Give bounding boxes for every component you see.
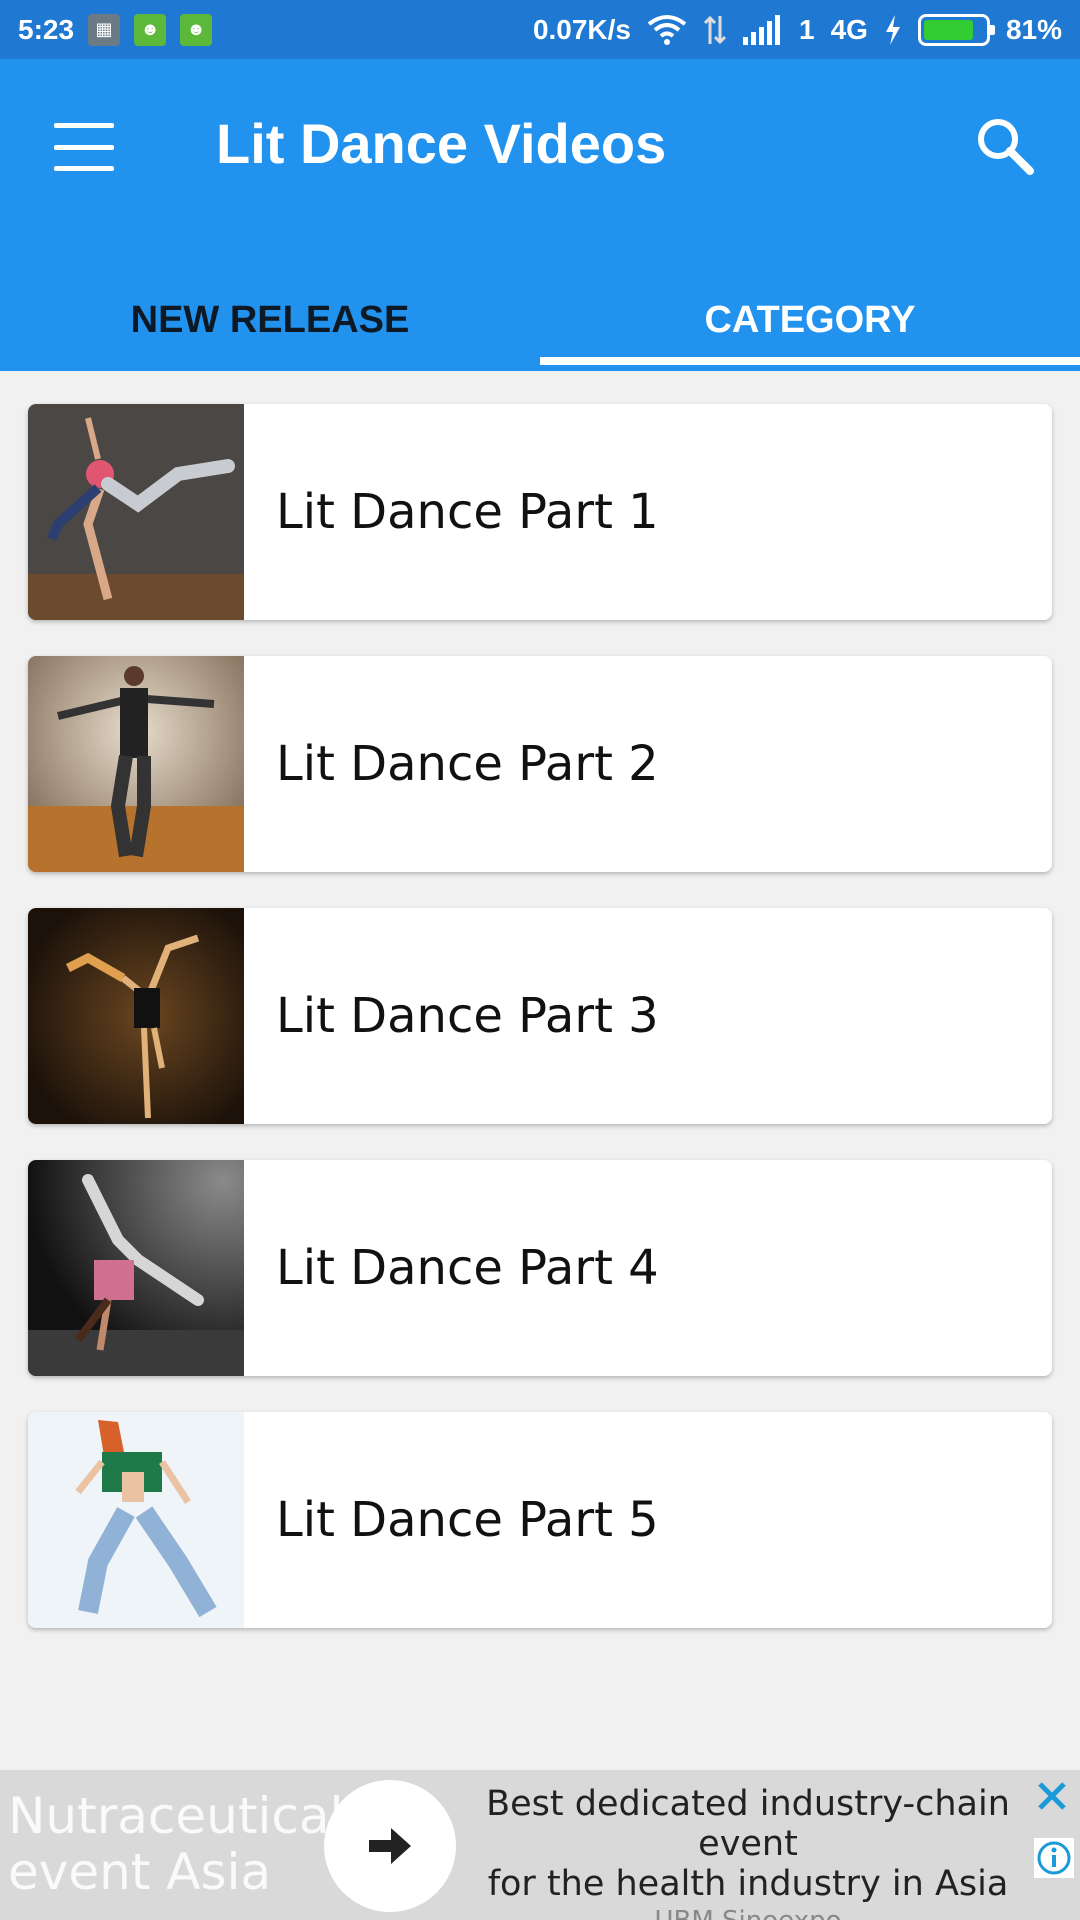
app-bar: Lit Dance Videos NEW RELEASE CATEGORY	[0, 59, 1080, 371]
ad-text: Best dedicated industry-chain event for …	[462, 1784, 1034, 1920]
video-card-1[interactable]: Lit Dance Part 1	[28, 404, 1052, 620]
video-title: Lit Dance Part 5	[276, 1492, 659, 1548]
video-title: Lit Dance Part 4	[276, 1240, 659, 1296]
arrow-right-icon	[369, 1828, 411, 1864]
ad-brand: Nutraceutical event Asia	[8, 1788, 343, 1900]
data-arrows-icon	[703, 15, 727, 44]
video-list: Lit Dance Part 1 Lit Dance Part 2 Lit Da…	[28, 404, 1052, 1664]
tab-new-release[interactable]: NEW RELEASE	[0, 269, 540, 371]
video-title: Lit Dance Part 1	[276, 484, 659, 540]
network-speed: 0.07K/s	[532, 13, 632, 45]
ad-sponsor: UBM Sinoexpo	[462, 1906, 1034, 1920]
battery-level	[923, 19, 973, 40]
hamburger-menu-icon[interactable]	[54, 123, 114, 171]
video-thumbnail	[28, 404, 244, 620]
status-time: 5:23	[18, 13, 75, 45]
video-thumbnail	[28, 1412, 244, 1628]
network-type: 4G	[830, 13, 868, 45]
ad-headline: Best dedicated industry-chain event	[486, 1784, 1010, 1864]
status-left: 5:23 ▦ ☻ ☻	[18, 13, 213, 46]
charging-icon	[885, 14, 900, 45]
video-title: Lit Dance Part 3	[276, 988, 659, 1044]
video-thumbnail	[28, 1160, 244, 1376]
android-icon: ☻	[180, 13, 213, 46]
battery-percent: 81%	[1005, 13, 1062, 45]
bbm-icon: ▦	[88, 13, 121, 46]
ad-banner[interactable]: Nutraceutical event Asia Best dedicated …	[0, 1770, 1080, 1920]
signal-icon	[743, 14, 781, 45]
ad-cta-button[interactable]	[324, 1780, 456, 1912]
video-card-3[interactable]: Lit Dance Part 3	[28, 908, 1052, 1124]
wifi-icon	[647, 14, 687, 45]
video-thumbnail	[28, 908, 244, 1124]
status-right: 0.07K/s 1 4G 81%	[532, 13, 1062, 46]
video-card-5[interactable]: Lit Dance Part 5	[28, 1412, 1052, 1628]
video-thumbnail	[28, 656, 244, 872]
close-icon[interactable]	[1034, 1778, 1070, 1814]
tab-label: CATEGORY	[704, 298, 916, 341]
tab-bar: NEW RELEASE CATEGORY	[0, 269, 1080, 371]
tab-label: NEW RELEASE	[130, 298, 410, 341]
android-icon: ☻	[134, 13, 167, 46]
sim-indicator: 1	[799, 13, 815, 45]
tab-indicator	[540, 357, 1080, 365]
ad-brand-line: Nutraceutical	[8, 1787, 344, 1845]
tab-category[interactable]: CATEGORY	[540, 269, 1080, 371]
video-card-2[interactable]: Lit Dance Part 2	[28, 656, 1052, 872]
battery-icon	[917, 13, 995, 46]
ad-headline: for the health industry in Asia	[487, 1864, 1009, 1904]
status-bar: 5:23 ▦ ☻ ☻ 0.07K/s 1 4G 81%	[0, 0, 1080, 59]
video-card-4[interactable]: Lit Dance Part 4	[28, 1160, 1052, 1376]
ad-brand-line: event Asia	[8, 1843, 272, 1901]
video-title: Lit Dance Part 2	[276, 736, 659, 792]
app-title: Lit Dance Videos	[216, 112, 667, 175]
search-icon[interactable]	[974, 115, 1036, 177]
info-icon[interactable]	[1034, 1838, 1074, 1878]
